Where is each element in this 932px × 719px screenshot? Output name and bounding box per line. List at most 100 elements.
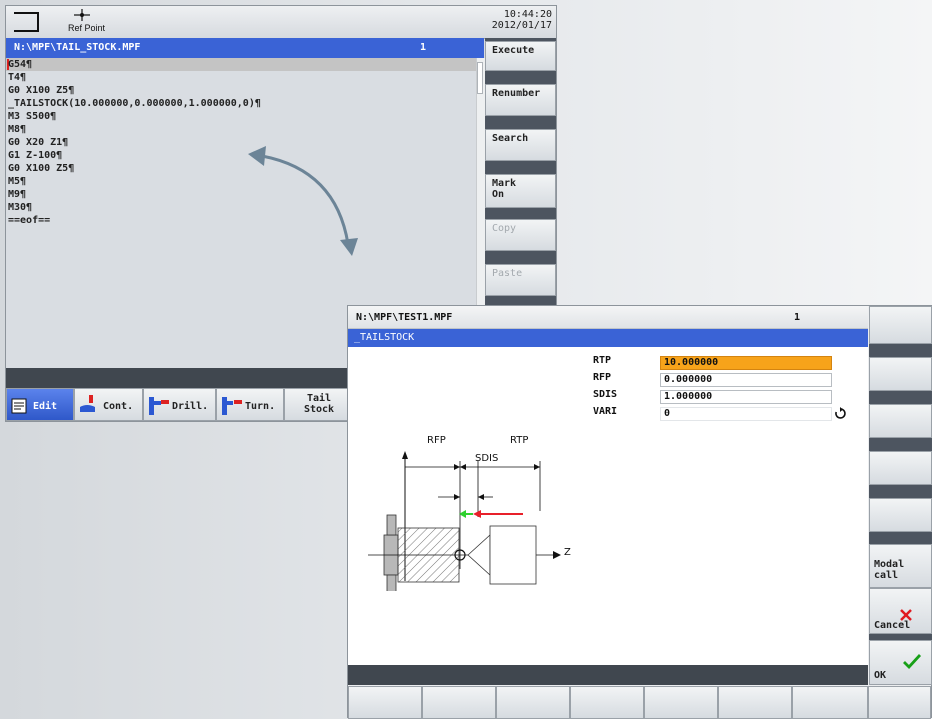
dialog-title-bar: N:\MPF\TEST1.MPF 1 xyxy=(348,306,868,329)
contour-button[interactable]: Cont. xyxy=(74,388,143,421)
code-line[interactable]: G1 Z-100¶ xyxy=(8,149,62,162)
contour-label: Cont. xyxy=(103,401,134,412)
horizontal-softkey-2[interactable] xyxy=(422,686,496,719)
horizontal-softkey-8[interactable] xyxy=(868,686,931,719)
code-line[interactable]: G0 X100 Z5¶ xyxy=(8,162,74,175)
mark-on-button[interactable]: Mark On xyxy=(485,174,556,208)
tailstock-label-line2: Stock xyxy=(303,404,335,415)
header-bar: Ref Point 10:44:20 2012/01/17 xyxy=(6,6,556,39)
ref-point-icon xyxy=(74,9,90,21)
softkey-2[interactable] xyxy=(869,357,932,391)
rtp-label: RTP xyxy=(593,355,612,366)
code-line[interactable]: T4¶ xyxy=(8,71,26,84)
code-line[interactable]: M8¶ xyxy=(8,123,26,136)
ref-point-label: Ref Point xyxy=(68,23,106,33)
scrollbar-thumb[interactable] xyxy=(477,62,483,94)
code-line[interactable]: G0 X100 Z5¶ xyxy=(8,84,74,97)
softkey-separator xyxy=(485,71,556,84)
ok-label: OK xyxy=(874,670,887,681)
contour-icon xyxy=(80,395,95,412)
rtp-input[interactable]: 10.000000 xyxy=(660,356,832,370)
horizontal-softkey-1[interactable] xyxy=(348,686,422,719)
modal-call-label-line1: Modal xyxy=(874,559,905,570)
diagram-rfp-label: RFP xyxy=(427,435,446,446)
transition-arrow-icon xyxy=(248,146,358,256)
code-line[interactable]: M3 S500¶ xyxy=(8,110,56,123)
ok-button[interactable]: OK xyxy=(869,640,932,685)
vari-value: 0 xyxy=(664,408,671,419)
checkmark-icon xyxy=(903,654,922,669)
horizontal-softkey-7[interactable] xyxy=(792,686,868,719)
cycle-name-bar: _TAILSTOCK xyxy=(348,329,868,347)
mark-on-label-line1: Mark xyxy=(492,178,517,189)
code-line[interactable]: G54¶ xyxy=(8,58,32,71)
drilling-icon xyxy=(149,397,169,415)
tailstock-label-line1: Tail xyxy=(306,393,332,404)
softkey-separator xyxy=(869,532,932,544)
channel-number: 1 xyxy=(420,42,427,53)
mode-indicator-icon xyxy=(14,12,39,32)
code-line[interactable]: M9¶ xyxy=(8,188,26,201)
softkey-separator xyxy=(869,485,932,498)
dialog-channel-number: 1 xyxy=(794,312,801,323)
program-title-bar: N:\MPF\TAIL_STOCK.MPF 1 xyxy=(6,38,484,58)
horizontal-softkey-4[interactable] xyxy=(570,686,644,719)
cancel-label: Cancel xyxy=(874,620,911,631)
paste-button[interactable]: Paste xyxy=(485,264,556,296)
softkey-separator xyxy=(869,438,932,451)
softkey-3[interactable] xyxy=(869,404,932,438)
vari-label: VARI xyxy=(593,406,618,417)
softkey-separator xyxy=(485,251,556,264)
code-line[interactable]: G0 X20 Z1¶ xyxy=(8,136,68,149)
diagram-z-axis-label: Z xyxy=(564,547,571,558)
diagram-sdis-label: SDIS xyxy=(475,453,499,464)
cycle-dialog-window: N:\MPF\TEST1.MPF 1 _TAILSTOCK RTP 10.000… xyxy=(347,305,932,719)
clock-display: 10:44:20 2012/01/17 xyxy=(492,9,552,31)
search-button[interactable]: Search xyxy=(485,129,556,161)
edit-button[interactable]: Edit xyxy=(6,388,74,421)
turning-button[interactable]: Turn. xyxy=(216,388,284,421)
softkey-separator xyxy=(485,161,556,174)
horizontal-softkey-3[interactable] xyxy=(496,686,570,719)
softkey-separator xyxy=(485,208,556,219)
mark-on-label-line2: On xyxy=(492,189,505,200)
turning-icon xyxy=(222,397,242,415)
program-path: N:\MPF\TAIL_STOCK.MPF xyxy=(14,42,141,53)
code-line[interactable]: ==eof== xyxy=(8,214,50,227)
vari-select[interactable]: 0 xyxy=(660,407,832,421)
edit-icon xyxy=(11,398,27,414)
turning-label: Turn. xyxy=(245,401,276,412)
code-line[interactable]: M30¶ xyxy=(8,201,32,214)
parameter-area: RTP 10.000000 RFP 0.000000 SDIS 1.000000… xyxy=(348,347,868,665)
tailstock-button[interactable]: Tail Stock xyxy=(284,388,354,421)
softkey-separator xyxy=(869,391,932,404)
toggle-icon[interactable] xyxy=(834,407,846,421)
horizontal-softkey-6[interactable] xyxy=(718,686,792,719)
drilling-button[interactable]: Drill. xyxy=(143,388,216,421)
rfp-input[interactable]: 0.000000 xyxy=(660,373,832,387)
diagram-rtp-label: RTP xyxy=(510,435,529,446)
softkey-separator xyxy=(485,116,556,129)
softkey-1[interactable] xyxy=(869,306,932,344)
copy-button[interactable]: Copy xyxy=(485,219,556,251)
sdis-label: SDIS xyxy=(593,389,618,400)
sdis-input[interactable]: 1.000000 xyxy=(660,390,832,404)
tailstock-diagram xyxy=(368,451,561,591)
softkey-4[interactable] xyxy=(869,451,932,485)
rfp-label: RFP xyxy=(593,372,612,383)
code-line[interactable]: _TAILSTOCK(10.000000,0.000000,1.000000,0… xyxy=(8,97,261,110)
horizontal-softkey-5[interactable] xyxy=(644,686,718,719)
cycle-name: _TAILSTOCK xyxy=(354,332,415,343)
date-text: 2012/01/17 xyxy=(491,20,552,31)
modal-call-button[interactable]: Modal call xyxy=(869,544,932,588)
renumber-button[interactable]: Renumber xyxy=(485,84,556,116)
code-line[interactable]: M5¶ xyxy=(8,175,26,188)
softkey-5[interactable] xyxy=(869,498,932,532)
softkey-separator xyxy=(869,344,932,357)
time-text: 10:44:20 xyxy=(503,9,552,20)
execute-button[interactable]: Execute xyxy=(485,41,556,71)
dialog-status-bar xyxy=(348,665,868,685)
edit-label: Edit xyxy=(33,401,58,412)
dialog-program-path: N:\MPF\TEST1.MPF xyxy=(356,312,453,323)
cancel-button[interactable]: Cancel xyxy=(869,588,932,634)
